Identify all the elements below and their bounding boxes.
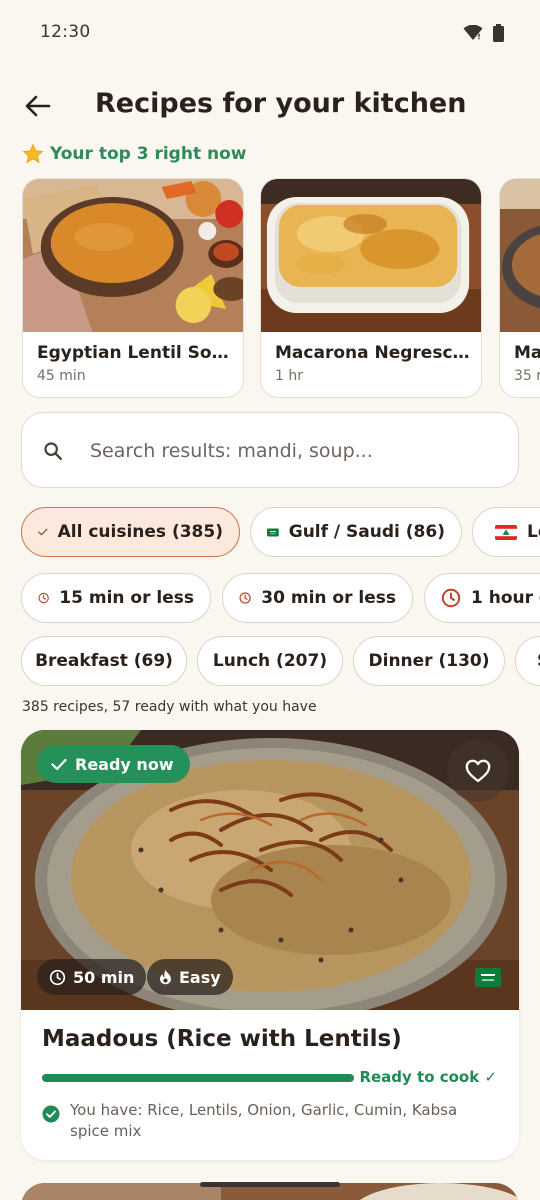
- check-icon: [38, 528, 48, 536]
- status-bar: 12:30: [0, 0, 540, 68]
- cook-time-label: 50 min: [73, 967, 135, 987]
- top-recipe-card[interactable]: Ma 35 r: [499, 178, 540, 398]
- readiness-progress-bar: [42, 1074, 354, 1082]
- saudi-flag-icon: [267, 527, 279, 537]
- chip-label: 15 min or less: [59, 588, 194, 608]
- clock-icon: [49, 969, 66, 985]
- readiness-label: Ready to cook ✓: [359, 1068, 497, 1086]
- search-input[interactable]: [90, 413, 500, 489]
- top-card-title: Egyptian Lentil Soup: [37, 343, 233, 363]
- chip-label: 1 hour o: [471, 588, 540, 608]
- chip-label: Gulf / Saudi (86): [288, 522, 445, 542]
- status-icons: [463, 24, 504, 42]
- chip-15-min[interactable]: 15 min or less: [21, 573, 211, 623]
- top-recipe-card[interactable]: Egyptian Lentil Soup 45 min: [22, 178, 244, 398]
- chip-breakfast[interactable]: Breakfast (69): [21, 636, 187, 686]
- recipe-photo: [23, 179, 243, 332]
- time-filter-row[interactable]: 15 min or less 30 min or less 1 hour o: [0, 573, 540, 625]
- top-card-title: Ma: [514, 343, 540, 363]
- top-recipe-card[interactable]: Macarona Negresco ... 1 hr: [260, 178, 482, 398]
- clock-icon: [239, 592, 251, 604]
- chip-1-hour[interactable]: 1 hour o: [424, 573, 540, 623]
- chip-label: 30 min or less: [261, 588, 396, 608]
- battery-icon: [493, 24, 504, 42]
- chip-label: Lunch (207): [212, 651, 328, 671]
- chip-gulf-saudi[interactable]: Gulf / Saudi (86): [250, 507, 462, 557]
- readiness-progress-fill: [42, 1074, 354, 1082]
- results-summary: 385 recipes, 57 ready with what you have: [22, 699, 317, 715]
- meal-filter-row[interactable]: Breakfast (69) Lunch (207) Dinner (130) …: [0, 636, 540, 688]
- chip-30-min[interactable]: 30 min or less: [222, 573, 413, 623]
- check-circle-icon: [42, 1105, 60, 1123]
- wifi-icon: [463, 25, 483, 40]
- status-time: 12:30: [40, 22, 91, 42]
- saudi-flag-icon: [475, 968, 501, 987]
- cuisine-filter-row[interactable]: All cuisines (385) Gulf / Saudi (86) Le: [0, 507, 540, 559]
- top-card-time: 45 min: [37, 368, 86, 384]
- chip-snacks[interactable]: S: [515, 636, 540, 686]
- top3-carousel[interactable]: Egyptian Lentil Soup 45 min Macarona Neg…: [0, 178, 540, 400]
- home-indicator: [200, 1182, 340, 1187]
- page-title: Recipes for your kitchen: [95, 88, 467, 119]
- top3-section-label: Your top 3 right now: [22, 143, 247, 165]
- heart-icon: [465, 759, 491, 783]
- recipe-photo: [500, 179, 540, 332]
- top-card-title: Macarona Negresco ...: [275, 343, 471, 363]
- difficulty-label: Easy: [179, 967, 221, 987]
- clock-icon: [38, 592, 49, 604]
- top-card-time: 35 r: [514, 368, 540, 384]
- arrow-back-icon: [25, 95, 51, 117]
- flame-icon: [160, 970, 171, 985]
- ready-badge-label: Ready now: [75, 754, 174, 774]
- favorite-button[interactable]: [447, 740, 509, 802]
- clock-icon: [441, 588, 461, 608]
- recipe-title: Maadous (Rice with Lentils): [42, 1026, 402, 1052]
- back-button[interactable]: [18, 86, 58, 126]
- difficulty-pill: Easy: [147, 959, 233, 995]
- ingredients-have-text: You have: Rice, Lentils, Onion, Garlic, …: [70, 1101, 458, 1140]
- chip-label: Dinner (130): [368, 651, 490, 671]
- chip-dinner[interactable]: Dinner (130): [353, 636, 505, 686]
- check-icon: [51, 758, 67, 770]
- recipe-card[interactable]: Ready now 50 min Easy Maadous (Rice with…: [21, 730, 519, 1160]
- ready-now-badge: Ready now: [37, 745, 190, 783]
- chip-label: All cuisines (385): [57, 522, 223, 542]
- top3-label-text: Your top 3 right now: [50, 144, 247, 164]
- lebanon-flag-icon: [495, 524, 517, 540]
- search-icon: [44, 442, 62, 460]
- recipe-photo: [261, 179, 481, 332]
- app-bar: Recipes for your kitchen: [0, 80, 540, 132]
- search-bar[interactable]: [21, 412, 519, 489]
- star-icon: [22, 143, 44, 164]
- chip-lunch[interactable]: Lunch (207): [197, 636, 343, 686]
- chip-all-cuisines[interactable]: All cuisines (385): [21, 507, 240, 557]
- chip-lebanese[interactable]: Le: [472, 507, 540, 557]
- chip-label: Le: [527, 522, 540, 542]
- top-card-time: 1 hr: [275, 368, 303, 384]
- chip-label: Breakfast (69): [35, 651, 173, 671]
- cook-time-pill: 50 min: [37, 959, 147, 995]
